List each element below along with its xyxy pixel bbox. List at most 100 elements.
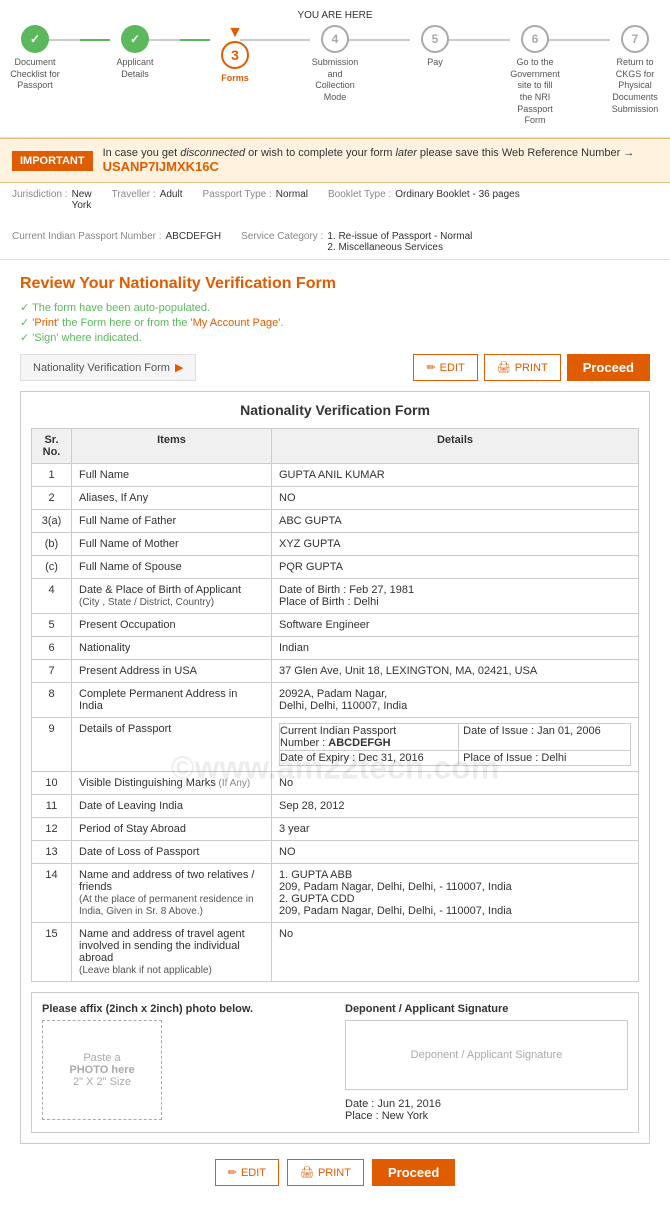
- sr-12: 12: [32, 818, 72, 841]
- details-12: 3 year: [272, 818, 639, 841]
- sr-7: 7: [32, 660, 72, 683]
- table-row: 10 Visible Distinguishing Marks (If Any)…: [32, 772, 639, 795]
- table-row: 3(a) Full Name of Father ABC GUPTA: [32, 510, 639, 533]
- proceed-button-bottom[interactable]: Proceed: [372, 1159, 455, 1186]
- step-6: 6 Go to the Government site to fill the …: [510, 25, 560, 127]
- header-items: Items: [72, 429, 272, 464]
- details-10: No: [272, 772, 639, 795]
- print-link[interactable]: 'Print': [32, 317, 59, 329]
- edit-button-top[interactable]: ✏ EDIT: [413, 354, 477, 381]
- table-row: 4 Date & Place of Birth of Applicant(Cit…: [32, 579, 639, 614]
- sr-9: 9: [32, 718, 72, 772]
- step-2-label: Applicant Details: [110, 57, 160, 80]
- booklet-type-value: Ordinary Booklet - 36 pages: [395, 189, 520, 211]
- items-12: Period of Stay Abroad: [72, 818, 272, 841]
- step-5: 5 Pay: [410, 25, 460, 69]
- details-6: Indian: [272, 637, 639, 660]
- photo-text: PHOTO here: [69, 1064, 134, 1076]
- checklist-item-2: ✓ 'Print' the Form here or from the 'My …: [20, 316, 650, 329]
- checklist-item-1: ✓ The form have been auto-populated.: [20, 301, 650, 314]
- sr-1: 1: [32, 464, 72, 487]
- sig-info: Date : Jun 21, 2016 Place : New York: [345, 1098, 628, 1122]
- step-1-circle: ✓: [21, 25, 49, 53]
- passport-type-item: Passport Type : Normal: [202, 189, 308, 211]
- checklist: ✓ The form have been auto-populated. ✓ '…: [20, 301, 650, 344]
- jurisdiction-value: NewYork: [72, 189, 92, 211]
- table-row: 2 Aliases, If Any NO: [32, 487, 639, 510]
- items-5: Present Occupation: [72, 614, 272, 637]
- photo-sig-row: Please affix (2inch x 2inch) photo below…: [31, 992, 639, 1133]
- items-4: Date & Place of Birth of Applicant(City …: [72, 579, 272, 614]
- details-7: 37 Glen Ave, Unit 18, LEXINGTON, MA, 024…: [272, 660, 639, 683]
- sr-3b: (b): [32, 533, 72, 556]
- step-6-circle: 6: [521, 25, 549, 53]
- place-value: New York: [382, 1110, 428, 1122]
- photo-box: Paste a PHOTO here 2" X 2" Size: [42, 1020, 162, 1120]
- edit-icon: ✏: [426, 361, 435, 374]
- table-row: 1 Full Name GUPTA ANIL KUMAR: [32, 464, 639, 487]
- step-7-label: Return to CKGS for Physical Documents Su…: [610, 57, 660, 115]
- items-7: Present Address in USA: [72, 660, 272, 683]
- main-content: Review Your Nationality Verification For…: [0, 260, 670, 1216]
- step-3-circle: 3: [221, 41, 249, 69]
- step-1-label: Document Checklist for Passport: [10, 57, 60, 92]
- sig-section-label: Deponent / Applicant Signature: [345, 1003, 628, 1015]
- details-11: Sep 28, 2012: [272, 795, 639, 818]
- step-2: ✓ Applicant Details: [110, 25, 160, 80]
- passport-type-label: Passport Type :: [202, 189, 271, 211]
- sig-box: Deponent / Applicant Signature: [345, 1020, 628, 1090]
- items-9: Details of Passport: [72, 718, 272, 772]
- passport-number-label: Current Indian Passport Number :: [12, 231, 162, 253]
- sr-5: 5: [32, 614, 72, 637]
- step-4-circle: 4: [321, 25, 349, 53]
- sr-6: 6: [32, 637, 72, 660]
- table-row: (c) Full Name of Spouse PQR GUPTA: [32, 556, 639, 579]
- nv-table: Sr. No. Items Details 1 Full Name GUPTA …: [31, 428, 639, 982]
- bottom-action-buttons: ✏ EDIT 🖨 PRINT Proceed: [20, 1159, 650, 1186]
- details-3b: XYZ GUPTA: [272, 533, 639, 556]
- items-3c: Full Name of Spouse: [72, 556, 272, 579]
- sr-15: 15: [32, 923, 72, 982]
- banner-text: In case you get disconnected or wish to …: [103, 147, 658, 174]
- table-row: 11 Date of Leaving India Sep 28, 2012: [32, 795, 639, 818]
- table-row: 15 Name and address of travel agent invo…: [32, 923, 639, 982]
- passport-number-value: ABCDEFGH: [166, 231, 222, 253]
- important-banner: IMPORTANT In case you get disconnected o…: [0, 138, 670, 183]
- items-10: Visible Distinguishing Marks (If Any): [72, 772, 272, 795]
- you-are-here-label: YOU ARE HERE: [5, 10, 665, 21]
- service-value-1: 1. Re-issue of Passport - Normal: [327, 231, 472, 242]
- step-3: ▼ 3 Forms: [210, 25, 260, 85]
- progress-bar: YOU ARE HERE ✓ Document Checklist for Pa…: [0, 0, 670, 138]
- service-values: 1. Re-issue of Passport - Normal 2. Misc…: [327, 231, 472, 253]
- form-tabs-row-top: Nationality Verification Form ▶ ✏ EDIT 🖨…: [20, 354, 650, 381]
- details-14: 1. GUPTA ABB 209, Padam Nagar, Delhi, De…: [272, 864, 639, 923]
- print-icon-bottom: 🖨: [300, 1166, 314, 1179]
- passport-number-item: Current Indian Passport Number : ABCDEFG…: [12, 231, 221, 253]
- table-row: 12 Period of Stay Abroad 3 year: [32, 818, 639, 841]
- details-4: Date of Birth : Feb 27, 1981Place of Bir…: [272, 579, 639, 614]
- print-button-bottom[interactable]: 🖨 PRINT: [287, 1159, 364, 1186]
- sr-8: 8: [32, 683, 72, 718]
- passport-type-value: Normal: [276, 189, 308, 211]
- place-label: Place :: [345, 1110, 379, 1122]
- print-button-top[interactable]: 🖨 PRINT: [484, 354, 561, 381]
- sig-date: Date : Jun 21, 2016: [345, 1098, 628, 1110]
- proceed-button-top[interactable]: Proceed: [567, 354, 650, 381]
- edit-button-bottom[interactable]: ✏ EDIT: [215, 1159, 279, 1186]
- photo-size: 2" X 2" Size: [73, 1076, 131, 1088]
- nationality-verification-tab[interactable]: Nationality Verification Form ▶: [20, 354, 196, 381]
- info-bar: Jurisdiction : NewYork Traveller : Adult…: [0, 183, 670, 260]
- nv-form-title: Nationality Verification Form: [31, 402, 639, 418]
- items-1: Full Name: [72, 464, 272, 487]
- sr-11: 11: [32, 795, 72, 818]
- step-2-circle: ✓: [121, 25, 149, 53]
- account-link[interactable]: 'My Account Page': [191, 317, 281, 329]
- table-row: 13 Date of Loss of Passport NO: [32, 841, 639, 864]
- edit-icon-bottom: ✏: [228, 1166, 237, 1179]
- step-5-circle: 5: [421, 25, 449, 53]
- ref-number: USANP7IJMXK16C: [103, 159, 219, 174]
- sr-2: 2: [32, 487, 72, 510]
- top-action-buttons: ✏ EDIT 🖨 PRINT Proceed: [413, 354, 650, 381]
- service-category-item: Service Category : 1. Re-issue of Passpo…: [241, 231, 472, 253]
- step-4: 4 Submission and Collection Mode: [310, 25, 360, 104]
